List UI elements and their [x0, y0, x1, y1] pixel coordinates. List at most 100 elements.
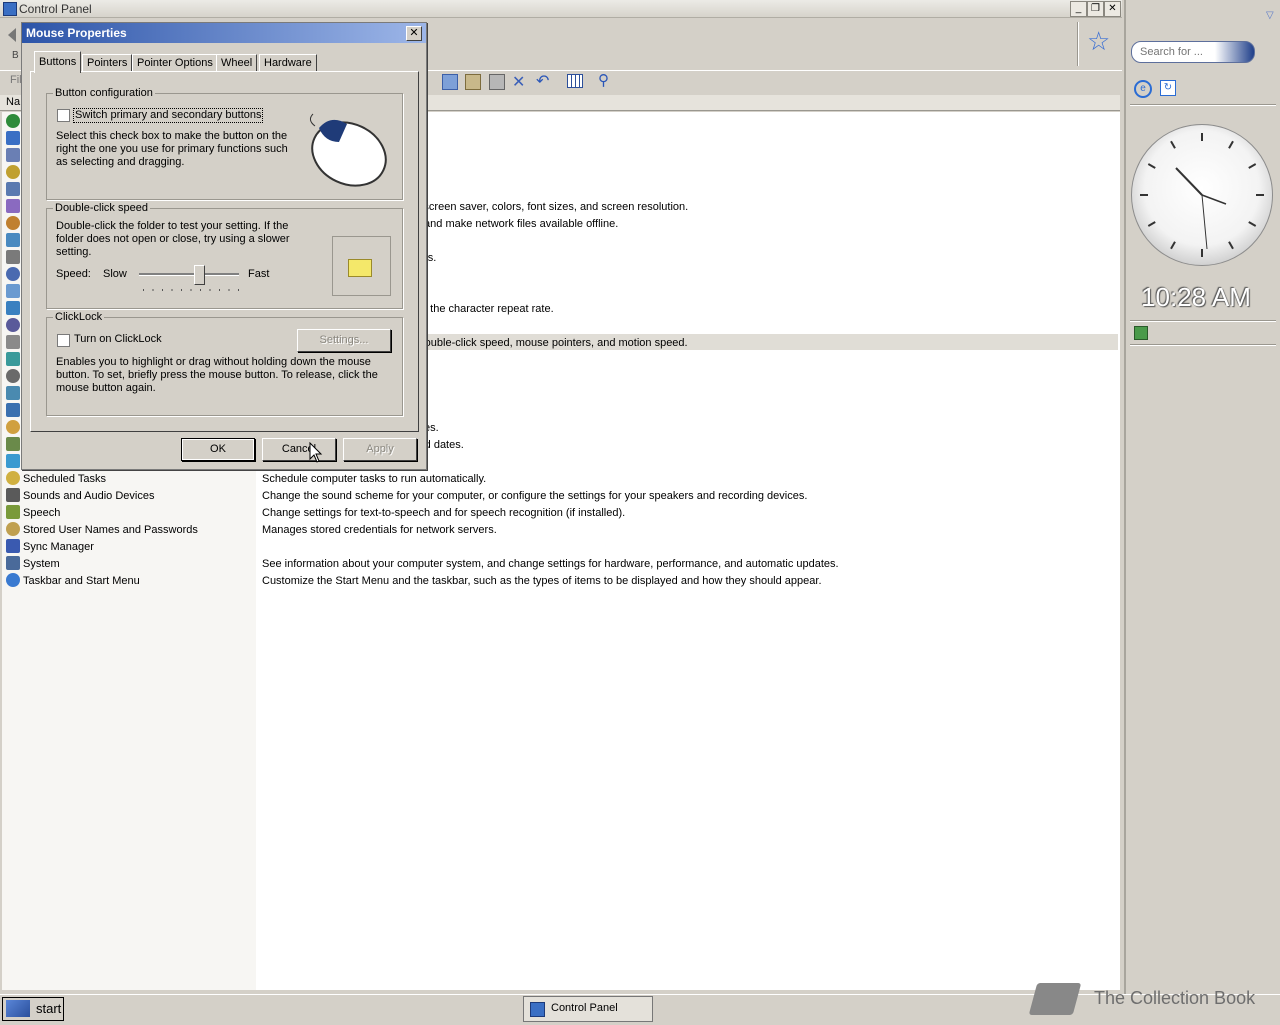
sidebar-divider [1130, 104, 1276, 106]
tab-buttons[interactable]: Buttons [34, 51, 82, 73]
item-icon[interactable] [6, 539, 20, 553]
folder-icon[interactable] [348, 259, 372, 277]
item-description: Change settings for text-to-speech and f… [262, 507, 626, 519]
clock-second-hand [1201, 194, 1208, 250]
item-icon[interactable] [6, 148, 20, 162]
sidebar-divider [1130, 320, 1276, 322]
item-icon[interactable] [6, 488, 20, 502]
item-name[interactable]: System [23, 556, 60, 572]
item-description: See information about your computer syst… [262, 558, 839, 570]
search-input[interactable] [1138, 45, 1242, 59]
back-button[interactable]: B [2, 24, 22, 64]
favorites-star-icon[interactable]: ☆ [1087, 28, 1113, 54]
delete-icon[interactable]: ✕ [512, 72, 525, 92]
taskbar-control-panel-button[interactable]: Control Panel [523, 996, 653, 1022]
restore-button[interactable]: ❐ [1087, 1, 1104, 17]
dialog-titlebar: Mouse Properties ✕ [22, 23, 426, 43]
window-titlebar: Control Panel _ ❐ ✕ [0, 0, 1122, 18]
tab-wheel[interactable]: Wheel [216, 54, 258, 72]
switch-buttons-checkbox[interactable] [57, 109, 70, 122]
copy-to-icon[interactable] [465, 74, 481, 90]
tab-pointers[interactable]: Pointers [82, 54, 133, 72]
item-name[interactable]: Sounds and Audio Devices [23, 488, 154, 504]
speed-slider-track[interactable] [139, 273, 239, 276]
item-icon[interactable] [6, 182, 20, 196]
book-icon [1028, 983, 1082, 1015]
mouse-properties-dialog: Mouse Properties ✕ Buttons Pointers Poin… [21, 22, 427, 470]
mouse-cursor-icon [309, 442, 323, 463]
item-icon[interactable] [6, 131, 20, 145]
item-icon[interactable] [6, 403, 20, 417]
header-name-column[interactable]: Na [6, 96, 20, 108]
analog-clock [1131, 124, 1273, 266]
item-icon[interactable] [6, 420, 20, 434]
item-icon[interactable] [6, 522, 20, 536]
move-to-icon[interactable] [442, 74, 458, 90]
clock-tick [1170, 140, 1176, 149]
start-button[interactable]: start [2, 997, 64, 1021]
item-icon[interactable] [6, 454, 20, 468]
gadget-icon[interactable] [1134, 326, 1148, 340]
item-icon[interactable] [6, 505, 20, 519]
test-folder-area[interactable] [332, 236, 391, 296]
item-icon[interactable] [6, 233, 20, 247]
item-description: Customize the Start Menu and the taskbar… [262, 575, 822, 587]
item-icon[interactable] [6, 369, 20, 383]
cancel-button[interactable]: Cancel [262, 438, 336, 461]
item-icon[interactable] [6, 250, 20, 264]
control-panel-icon [530, 1002, 545, 1017]
views-icon[interactable] [567, 74, 583, 88]
item-icon[interactable] [6, 216, 20, 230]
ok-button[interactable]: OK [181, 438, 255, 461]
item-icon[interactable] [6, 267, 20, 281]
mouse-illustration-icon [309, 113, 387, 187]
item-icon[interactable] [6, 165, 20, 179]
refresh-icon[interactable]: ↻ [1160, 80, 1176, 96]
taskbar-button-label: Control Panel [551, 1002, 618, 1014]
item-icon[interactable] [6, 386, 20, 400]
close-window-button[interactable]: ✕ [1104, 1, 1121, 17]
item-icon[interactable] [6, 301, 20, 315]
item-icon[interactable] [6, 437, 20, 451]
item-icon[interactable] [6, 335, 20, 349]
item-name[interactable]: Scheduled Tasks [23, 471, 106, 487]
item-icon[interactable] [6, 284, 20, 298]
clock-tick [1228, 241, 1234, 250]
clicklock-label[interactable]: Turn on ClickLock [74, 333, 162, 346]
chevron-down-icon[interactable]: ▽ [1266, 10, 1274, 21]
minimize-button[interactable]: _ [1070, 1, 1087, 17]
dialog-title: Mouse Properties [26, 26, 127, 40]
item-description: Schedule computer tasks to run automatic… [262, 473, 487, 485]
item-icon[interactable] [6, 352, 20, 366]
clicklock-checkbox[interactable] [57, 334, 70, 347]
item-name[interactable]: Speech [23, 505, 60, 521]
tab-pointer-options[interactable]: Pointer Options [132, 54, 218, 72]
tab-panel: Button configuration Switch primary and … [30, 71, 419, 432]
tab-hardware[interactable]: Hardware [259, 54, 317, 72]
item-icon[interactable] [6, 199, 20, 213]
item-icon[interactable] [6, 114, 20, 128]
apply-button[interactable]: Apply [343, 438, 417, 461]
item-icon[interactable] [6, 318, 20, 332]
properties-icon[interactable] [489, 74, 505, 90]
speed-slider-thumb[interactable] [194, 265, 205, 285]
item-name[interactable]: Stored User Names and Passwords [23, 522, 198, 538]
item-name[interactable]: Sync Manager [23, 539, 94, 555]
search-zoom-icon[interactable]: ⚲ [598, 71, 609, 89]
dialog-close-button[interactable]: ✕ [406, 26, 422, 41]
clicklock-settings-button[interactable]: Settings... [297, 329, 391, 352]
clock-tick [1248, 163, 1257, 169]
switch-buttons-label[interactable]: Switch primary and secondary buttons [73, 108, 264, 123]
item-icon[interactable] [6, 556, 20, 570]
clock-hour-hand [1175, 167, 1203, 196]
clock-tick [1248, 221, 1257, 227]
speed-label: Speed: [56, 268, 91, 280]
item-name[interactable]: Taskbar and Start Menu [23, 573, 140, 589]
undo-icon[interactable]: ↶ [536, 71, 549, 91]
item-description: Manages stored credentials for network s… [262, 524, 497, 536]
fast-label: Fast [248, 268, 270, 280]
item-icon[interactable] [6, 471, 20, 485]
item-icon[interactable] [6, 573, 20, 587]
clock-minute-hand [1201, 194, 1227, 205]
ie-icon[interactable]: e [1134, 80, 1152, 98]
